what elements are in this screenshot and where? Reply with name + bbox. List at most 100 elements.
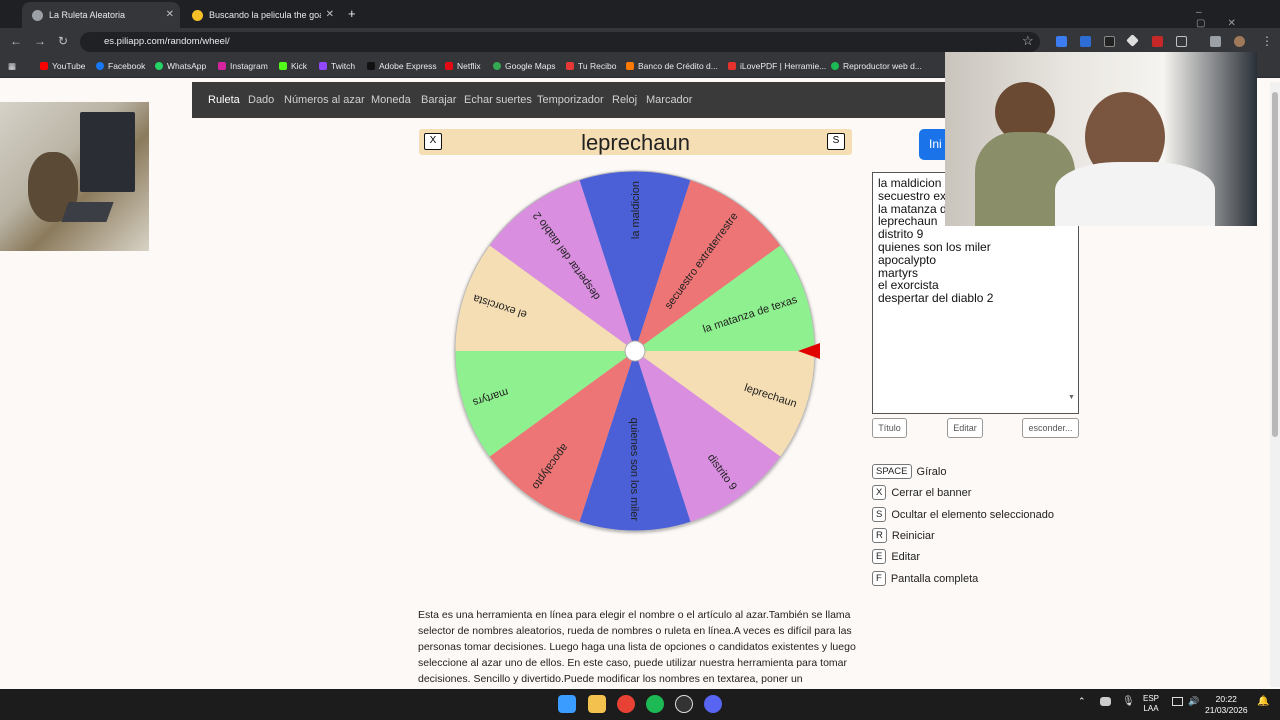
windows-start-icon[interactable] — [558, 695, 576, 713]
reload-icon[interactable]: ↻ — [58, 34, 68, 48]
bookmark-youtube[interactable]: YouTube — [40, 61, 85, 71]
bookmark-star-icon[interactable]: ☆ — [1022, 33, 1034, 49]
shortcut-s: S Ocultar el elemento seleccionado — [872, 507, 1054, 522]
key-s[interactable]: S — [872, 507, 887, 522]
bookmark-banco[interactable]: Banco de Crédito d... — [626, 61, 718, 71]
spotify-icon — [831, 62, 839, 70]
film-icon — [192, 9, 203, 21]
extension-icon[interactable] — [1104, 36, 1115, 47]
webcam-overlay-right — [945, 52, 1257, 226]
apps-icon[interactable]: ▦ — [8, 61, 16, 72]
key-x[interactable]: X — [872, 485, 887, 500]
tray-chevron-icon[interactable]: ⌃ — [1078, 696, 1086, 707]
wheel-segment-label: la maldicion — [630, 181, 642, 239]
bookmark-kick[interactable]: Kick — [279, 61, 307, 71]
extension-icon[interactable] — [1080, 36, 1091, 47]
bookmark-netflix[interactable]: Netflix — [445, 61, 481, 71]
puzzle-icon[interactable] — [1176, 36, 1187, 47]
nav-dado[interactable]: Dado — [248, 94, 274, 106]
shortcut-space: SPACE Gíralo — [872, 464, 946, 479]
file-explorer-icon[interactable] — [588, 695, 606, 713]
tab-second[interactable]: Buscando la pelicula the goat ✕ — [182, 2, 340, 28]
bookmark-twitch[interactable]: Twitch — [319, 61, 355, 71]
netflix-icon — [445, 62, 453, 70]
title-button[interactable]: Título — [872, 418, 907, 438]
spotify-icon[interactable] — [646, 695, 664, 713]
key-r[interactable]: R — [872, 528, 887, 543]
chrome-icon[interactable] — [617, 695, 635, 713]
nav-temporizador[interactable]: Temporizador — [537, 94, 604, 106]
bookmark-adobe-express[interactable]: Adobe Express — [367, 61, 437, 71]
discord-icon[interactable] — [704, 695, 722, 713]
notifications-icon[interactable]: 🔔 — [1257, 696, 1269, 707]
key-f[interactable]: F — [872, 571, 886, 586]
edit-button[interactable]: Editar — [947, 418, 983, 438]
youtube-icon — [40, 62, 48, 70]
back-icon[interactable]: ← — [10, 34, 22, 48]
close-banner-button[interactable]: X — [424, 133, 442, 150]
key-e[interactable]: E — [872, 549, 887, 564]
adobe-icon — [367, 62, 375, 70]
wheel-segment-label: quienes son los miler — [628, 418, 640, 522]
twitch-icon — [319, 62, 327, 70]
facebook-icon — [96, 62, 104, 70]
nav-numeros[interactable]: Números al azar — [284, 94, 365, 106]
tab-title: Buscando la pelicula the goat — [209, 10, 321, 20]
nav-reloj[interactable]: Reloj — [612, 94, 637, 106]
address-bar[interactable]: es.piliapp.com/random/wheel/ — [80, 32, 1040, 52]
nav-marcador[interactable]: Marcador — [646, 94, 692, 106]
kick-icon — [279, 62, 287, 70]
system-clock[interactable]: 20:22 21/03/2026 — [1205, 694, 1248, 716]
recibo-icon — [566, 62, 574, 70]
bookmark-facebook[interactable]: Facebook — [96, 61, 145, 71]
shortcut-x: X Cerrar el banner — [872, 485, 971, 500]
shortcut-r: R Reiniciar — [872, 528, 935, 543]
resize-handle-icon[interactable]: ▼ — [1068, 394, 1075, 401]
bookmark-tu-recibo[interactable]: Tu Recibo — [566, 61, 616, 71]
whatsapp-icon — [155, 62, 163, 70]
close-tab-icon[interactable]: ✕ — [166, 9, 174, 20]
language-indicator[interactable]: ESP LAA — [1143, 694, 1159, 714]
nav-echar-suertes[interactable]: Echar suertes — [464, 94, 532, 106]
textarea-line: despertar del diablo 2 — [878, 291, 994, 306]
new-tab-button[interactable]: + — [348, 6, 356, 21]
nav-moneda[interactable]: Moneda — [371, 94, 411, 106]
nav-barajar[interactable]: Barajar — [421, 94, 456, 106]
tab-active[interactable]: La Ruleta Aleatoria ✕ — [22, 2, 180, 28]
forward-icon[interactable]: → — [34, 34, 46, 48]
result-banner: leprechaun X S — [419, 129, 852, 155]
globe-icon — [32, 9, 43, 21]
scrollbar-thumb[interactable] — [1272, 92, 1278, 437]
shortcut-f: F Pantalla completa — [872, 571, 978, 586]
bookmark-ilovepdf[interactable]: iLovePDF | Herramie... — [728, 61, 826, 71]
window-controls[interactable]: –▢✕ — [1196, 7, 1280, 29]
hide-selected-button[interactable]: S — [827, 133, 845, 150]
network-icon[interactable] — [1172, 697, 1183, 706]
nav-ruleta[interactable]: Ruleta — [208, 94, 240, 106]
monitor-image — [80, 112, 135, 192]
volume-icon[interactable]: 🔊 — [1188, 696, 1199, 707]
extension-icon[interactable] — [1152, 36, 1163, 47]
shortcut-label: Gíralo — [916, 465, 947, 478]
maps-icon — [493, 62, 501, 70]
discord-tray-icon[interactable] — [1100, 697, 1111, 706]
description-text: Esta es una herramienta en línea para el… — [418, 609, 856, 685]
bookmark-instagram[interactable]: Instagram — [218, 61, 268, 71]
shortcut-label: Ocultar el elemento seleccionado — [891, 508, 1054, 521]
extension-icon[interactable] — [1056, 36, 1067, 47]
microphone-icon[interactable]: 🎙 — [1122, 696, 1135, 707]
wheel[interactable]: la maldicionsecuestro extraterrestrela m… — [452, 168, 822, 538]
bookmark-whatsapp[interactable]: WhatsApp — [155, 61, 206, 71]
bookmark-google-maps[interactable]: Google Maps — [493, 61, 556, 71]
bookmark-spotify[interactable]: Reproductor web d... — [831, 61, 922, 71]
hide-button[interactable]: esconder... — [1022, 418, 1079, 438]
menu-icon[interactable]: ⋮ — [1261, 34, 1273, 48]
close-tab-icon[interactable]: ✕ — [326, 9, 334, 20]
key-space[interactable]: SPACE — [872, 464, 912, 479]
reading-list-icon[interactable] — [1210, 36, 1221, 47]
tab-title: La Ruleta Aleatoria — [49, 10, 126, 20]
obs-icon[interactable] — [675, 695, 693, 713]
textarea-line: quienes son los miler — [878, 239, 991, 254]
pdf-icon — [728, 62, 736, 70]
profile-avatar[interactable] — [1234, 36, 1245, 47]
